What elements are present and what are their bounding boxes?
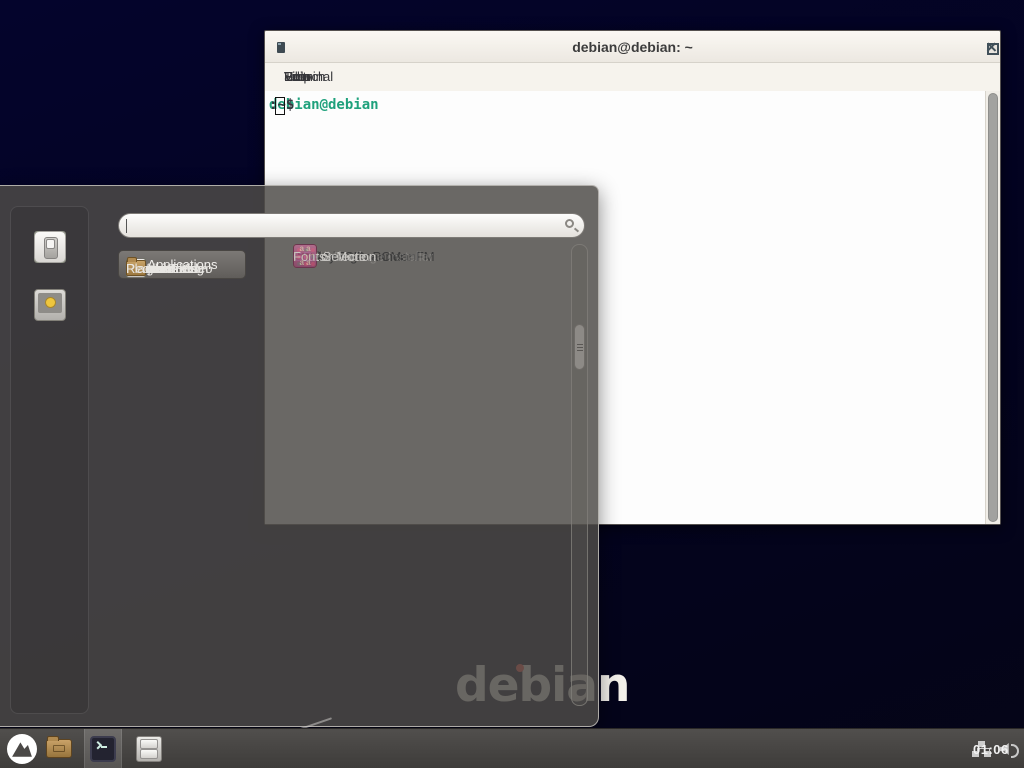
app-gdebi-package-installer[interactable]: GDebi Package Installer bbox=[285, 238, 433, 274]
taskbar-launcher-folder[interactable] bbox=[42, 729, 76, 768]
terminal-titlebar[interactable]: debian@debian: ~ bbox=[265, 31, 1000, 63]
terminal-cursor bbox=[275, 97, 285, 115]
taskbar-launcher-menu-logo[interactable] bbox=[4, 729, 40, 768]
search-input[interactable] bbox=[118, 213, 585, 238]
favorites-panel bbox=[10, 206, 89, 714]
system-tray: 01:06 bbox=[973, 729, 1019, 768]
menu-logo-icon bbox=[7, 734, 37, 764]
favorite-screensaver[interactable] bbox=[34, 289, 66, 321]
application-menu: All ApplicationsAccessoriesGamesGraphics… bbox=[0, 185, 599, 727]
file-cabinet-icon bbox=[136, 736, 162, 762]
terminal-menubar: FileEditViewSearchTerminalHelp bbox=[265, 63, 1000, 91]
text-caret bbox=[126, 219, 127, 233]
clock[interactable]: 01:06 bbox=[973, 742, 1009, 757]
app-list-scrollbar[interactable] bbox=[571, 244, 588, 706]
taskbar: 01:06 bbox=[0, 728, 1024, 768]
taskbar-launchers bbox=[0, 729, 400, 768]
taskbar-launcher-file-cabinet[interactable] bbox=[132, 729, 166, 768]
search-icon bbox=[565, 219, 574, 228]
category-label: Recent Files bbox=[126, 261, 198, 276]
terminal-menu-item-help[interactable]: Help bbox=[274, 63, 321, 91]
terminal-icon bbox=[90, 736, 116, 762]
terminal-window-title: debian@debian: ~ bbox=[265, 31, 1000, 63]
folder-icon bbox=[46, 739, 72, 758]
shutdown-icon bbox=[34, 231, 66, 263]
desktop: debian debian@debian: ~ FileEditViewSear… bbox=[0, 0, 1024, 768]
category-recent-files[interactable]: Recent Files bbox=[118, 250, 198, 286]
taskbar-launcher-terminal[interactable] bbox=[84, 729, 122, 768]
screensaver-icon bbox=[34, 289, 66, 321]
app-list-scrollbar-thumb[interactable] bbox=[574, 324, 585, 370]
favorite-shutdown[interactable] bbox=[34, 231, 66, 263]
terminal-scrollbar[interactable] bbox=[985, 91, 1000, 524]
terminal-scrollbar-thumb[interactable] bbox=[988, 93, 998, 522]
close-button[interactable] bbox=[986, 42, 997, 53]
app-label: GDebi Package Installer bbox=[293, 249, 433, 264]
